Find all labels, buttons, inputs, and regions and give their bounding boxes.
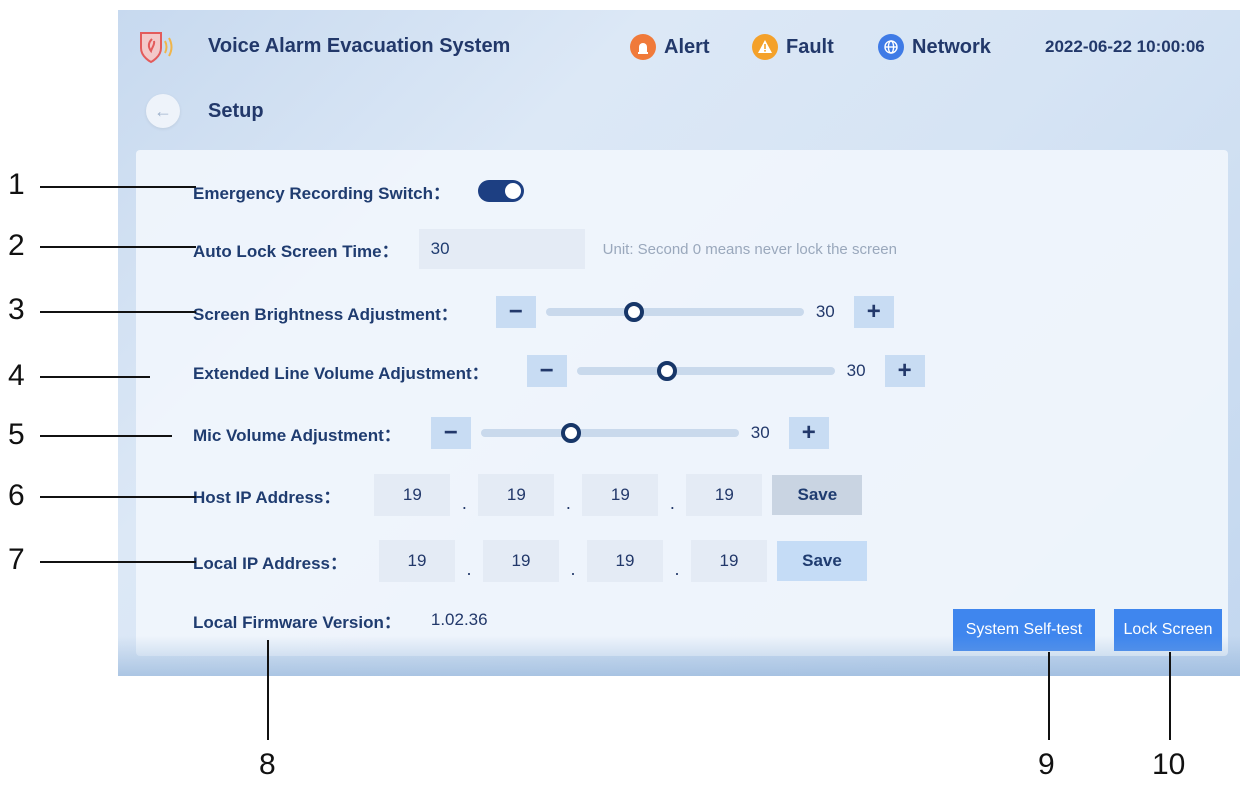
ext-volume-row: Extended Line Volume Adjustment： − 30 +	[193, 351, 925, 391]
host-ip-octet-4[interactable]: 19	[686, 474, 763, 516]
ip-separator: .	[674, 558, 680, 579]
ext-volume-minus-button[interactable]: −	[526, 355, 567, 387]
callout-line	[40, 186, 196, 188]
mic-volume-value: 30	[750, 423, 770, 442]
emergency-recording-label: Emergency Recording Switch：	[193, 183, 450, 203]
ext-volume-label: Extended Line Volume Adjustment：	[193, 363, 489, 383]
brightness-label: Screen Brightness Adjustment：	[193, 304, 458, 324]
emergency-recording-row: Emergency Recording Switch：	[193, 171, 524, 211]
host-ip-octet-3[interactable]: 19	[582, 474, 659, 516]
callout-number: 3	[8, 293, 25, 326]
callout-number: 1	[8, 168, 25, 201]
emergency-recording-toggle[interactable]	[477, 180, 524, 202]
callout-line	[40, 246, 196, 248]
globe-icon	[878, 34, 904, 60]
brightness-value: 30	[815, 302, 835, 321]
brightness-row: Screen Brightness Adjustment： − 30 +	[193, 292, 894, 332]
callout-line	[40, 311, 196, 313]
callout-line	[40, 496, 196, 498]
ip-separator: .	[570, 558, 576, 579]
brightness-minus-button[interactable]: −	[495, 296, 536, 328]
mic-volume-plus-button[interactable]: +	[788, 417, 829, 449]
auto-lock-input[interactable]: 30	[418, 229, 585, 269]
ext-volume-plus-button[interactable]: +	[884, 355, 925, 387]
ext-volume-value: 30	[846, 361, 866, 380]
mic-volume-label: Mic Volume Adjustment：	[193, 425, 401, 445]
app-logo-icon	[140, 32, 173, 64]
firmware-version: 1.02.36	[430, 610, 488, 629]
ip-separator: .	[669, 492, 675, 513]
local-ip-octet-2[interactable]: 19	[483, 540, 559, 582]
local-ip-octet-4[interactable]: 19	[691, 540, 767, 582]
callout-line	[40, 561, 196, 563]
arrow-left-icon: ←	[154, 100, 172, 121]
callout-number: 8	[259, 748, 276, 781]
auto-lock-hint: Unit: Second 0 means never lock the scre…	[602, 240, 897, 258]
system-self-test-button[interactable]: System Self-test	[953, 609, 1095, 651]
local-ip-label: Local IP Address：	[193, 553, 347, 573]
fault-label: Fault	[786, 35, 834, 58]
callout-line	[1169, 652, 1171, 740]
callout-number: 2	[8, 229, 25, 262]
slider-thumb[interactable]	[561, 423, 582, 443]
back-button[interactable]: ←	[146, 94, 180, 128]
host-ip-octet-2[interactable]: 19	[478, 474, 555, 516]
callout-line	[1048, 652, 1050, 740]
local-ip-octet-3[interactable]: 19	[587, 540, 663, 582]
ip-separator: .	[565, 492, 571, 513]
local-ip-row: Local IP Address： 19 . 19 . 19 . 19 Save	[193, 539, 867, 583]
callout-line	[40, 376, 150, 378]
device-screen: Voice Alarm Evacuation System Alert Faul…	[118, 10, 1240, 676]
host-ip-save-button[interactable]: Save	[772, 475, 863, 515]
host-ip-row: Host IP Address： 19 . 19 . 19 . 19 Save	[193, 473, 863, 517]
mic-volume-row: Mic Volume Adjustment： − 30 +	[193, 413, 829, 453]
fault-status[interactable]: Fault	[752, 34, 834, 60]
callout-line	[267, 640, 269, 740]
callout-number: 5	[8, 418, 25, 451]
settings-card: Emergency Recording Switch： Auto Lock Sc…	[136, 150, 1228, 656]
callout-line	[40, 435, 172, 437]
network-status[interactable]: Network	[878, 34, 991, 60]
firmware-row: Local Firmware Version： 1.02.36	[193, 600, 488, 640]
host-ip-label: Host IP Address：	[193, 487, 341, 507]
callout-number: 4	[8, 359, 25, 392]
local-ip-save-button[interactable]: Save	[777, 541, 867, 581]
ext-volume-slider[interactable]	[576, 361, 835, 381]
auto-lock-label: Auto Lock Screen Time：	[193, 241, 399, 261]
firmware-label: Local Firmware Version：	[193, 612, 401, 632]
mic-volume-minus-button[interactable]: −	[430, 417, 471, 449]
app-title: Voice Alarm Evacuation System	[208, 35, 511, 57]
datetime: 2022-06-22 10:00:06	[1045, 37, 1205, 56]
alarm-icon	[630, 34, 656, 60]
ip-separator: .	[466, 558, 472, 579]
slider-thumb[interactable]	[623, 302, 644, 322]
callout-number: 9	[1038, 748, 1055, 781]
mic-volume-slider[interactable]	[480, 423, 739, 443]
ip-separator: .	[461, 492, 467, 513]
top-bar: Voice Alarm Evacuation System Alert Faul…	[118, 10, 1240, 84]
brightness-plus-button[interactable]: +	[853, 296, 894, 328]
page-title: Setup	[208, 100, 264, 122]
brightness-slider[interactable]	[545, 302, 804, 322]
network-label: Network	[912, 35, 991, 58]
local-ip-octet-1[interactable]: 19	[379, 540, 455, 582]
auto-lock-row: Auto Lock Screen Time： 30 Unit: Second 0…	[193, 229, 897, 269]
alert-label: Alert	[664, 35, 710, 58]
lock-screen-button[interactable]: Lock Screen	[1114, 609, 1222, 651]
warning-icon	[752, 34, 778, 60]
callout-number: 7	[8, 543, 25, 576]
alert-status[interactable]: Alert	[630, 34, 710, 60]
slider-thumb[interactable]	[656, 361, 677, 381]
toggle-knob	[504, 183, 521, 199]
host-ip-octet-1[interactable]: 19	[374, 474, 451, 516]
callout-number: 6	[8, 479, 25, 512]
callout-number: 10	[1152, 748, 1186, 781]
